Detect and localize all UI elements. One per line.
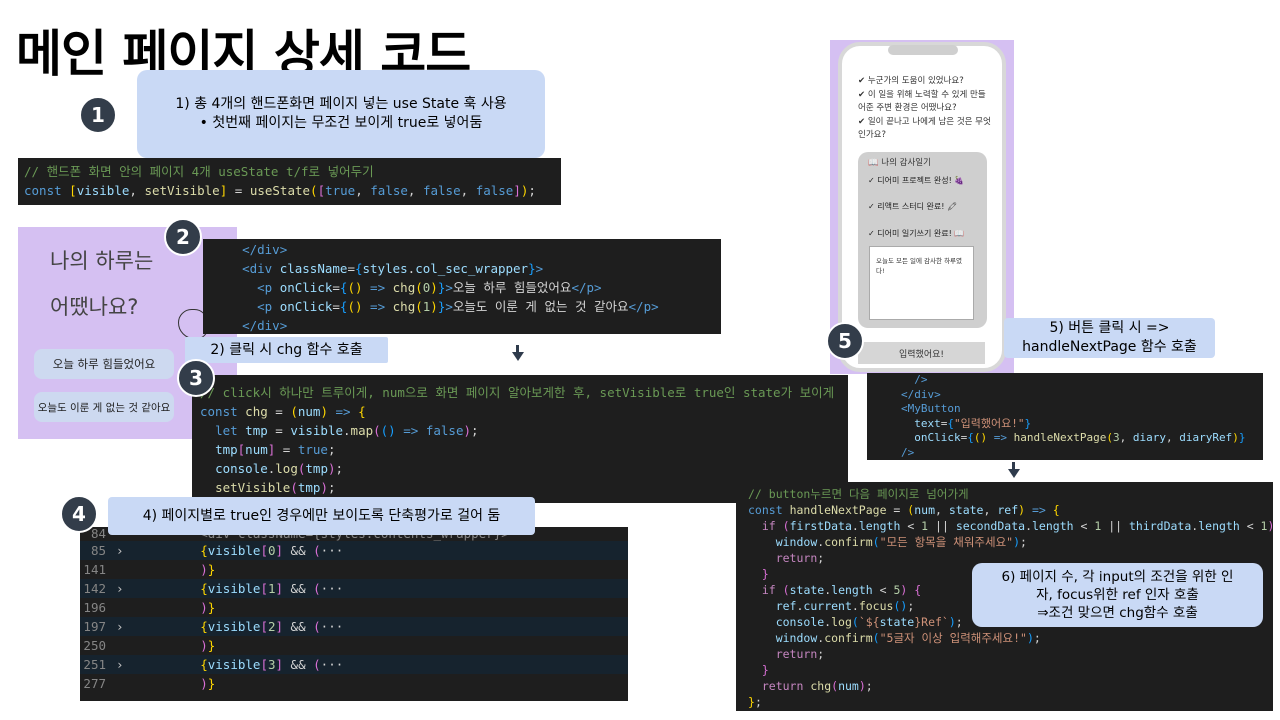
arrow-down-1-icon xyxy=(512,352,524,361)
question-3a: ✔ 일이 끝나고 나에게 남은 것은 무엇 xyxy=(858,117,991,127)
note-step-6-line2: 자, focus위한 ref 인자 호출 xyxy=(1036,586,1199,603)
code-block-mybutton: /> </div> <MyButton text={"입력했어요!"} onClic… xyxy=(867,373,1263,460)
code-block-usestate: // 핸드폰 화면 안의 페이지 4개 useState t/f로 넣어두기 co… xyxy=(18,158,561,205)
diary-item-3: ✓ 디어미 일기쓰기 완료! 📖 xyxy=(868,229,965,238)
diary-card: 📖 나의 감사일기 ✓ 디어미 프로젝트 완성! 🍇 ✓ 리액트 스터디 완료!… xyxy=(858,152,987,328)
arrow-down-2-icon xyxy=(1008,469,1020,478)
question-2b: 어준 주변 환경은 어땠나요? xyxy=(858,103,957,113)
note-step-5-line2: handleNextPage 함수 호출 xyxy=(1022,339,1197,355)
note-step-6-line3: ⇒조건 맞으면 chg함수 호출 xyxy=(1037,605,1198,622)
submit-button[interactable]: 입력했어요! xyxy=(858,342,985,364)
note-step-5: 5) 버튼 클릭 시 => handleNextPage 함수 호출 xyxy=(1004,318,1215,358)
step-badge-5: 5 xyxy=(826,322,864,360)
note-step-2: 2) 클릭 시 chg 함수 호출 xyxy=(185,337,388,363)
left-screen-heading-2: 어땠나요? xyxy=(50,295,139,319)
note-step-1-line1: 1) 총 4개의 핸드폰화면 페이지 넣는 use State 훅 사용 xyxy=(175,96,507,113)
step-badge-1: 1 xyxy=(79,96,117,134)
left-screen-heading-1: 나의 하루는 xyxy=(50,249,154,273)
step-badge-3: 3 xyxy=(177,359,215,397)
diary-item-2: ✓ 리액트 스터디 완료! 🖍 xyxy=(868,202,958,211)
code-block-visible-conditions: 84 <div className={styles.contents_wrapp… xyxy=(80,527,628,701)
question-3b: 인가요? xyxy=(858,130,886,140)
diary-item-1: ✓ 디어미 프로젝트 완성! 🍇 xyxy=(868,176,965,185)
code-block-onclick: </div> <div className={styles.col_sec_wr… xyxy=(203,239,721,334)
step-badge-2: 2 xyxy=(164,218,202,256)
note-step-1: 1) 총 4개의 핸드폰화면 페이지 넣는 use State 훅 사용 • 첫… xyxy=(137,70,545,158)
note-step-6-line1: 6) 페이지 수, 각 input의 조건을 위한 인 xyxy=(1001,568,1234,585)
phone-notch xyxy=(888,45,958,55)
step-badge-4: 4 xyxy=(60,495,98,533)
phone-screen-preview: ✔ 누군가의 도움이 있었나요? ✔ 이 일을 위해 노력할 수 있게 만들 어… xyxy=(830,40,1014,374)
note-step-6: 6) 페이지 수, 각 input의 조건을 위한 인 자, focus위한 r… xyxy=(972,563,1263,627)
question-2a: ✔ 이 일을 위해 노력할 수 있게 만들 xyxy=(858,90,986,100)
note-step-1-line2: • 첫번째 페이지는 무조건 보이게 true로 넣어둠 xyxy=(199,115,483,131)
note-step-5-line1: 5) 버튼 클릭 시 => xyxy=(1049,320,1170,337)
note-step-4: 4) 페이지별로 true인 경우에만 보이도록 단축평가로 걸어 둠 xyxy=(108,497,535,535)
option-button-1[interactable]: 오늘 하루 힘들었어요 xyxy=(34,349,174,379)
diary-textarea[interactable]: 오늘도 모든 일에 감사한 하루였다! xyxy=(869,246,974,320)
option-button-2[interactable]: 오늘도 이룬 게 없는 것 같아요 xyxy=(34,392,174,422)
diary-title: 📖 나의 감사일기 xyxy=(868,158,931,168)
question-1: ✔ 누군가의 도움이 있었나요? xyxy=(858,76,964,86)
